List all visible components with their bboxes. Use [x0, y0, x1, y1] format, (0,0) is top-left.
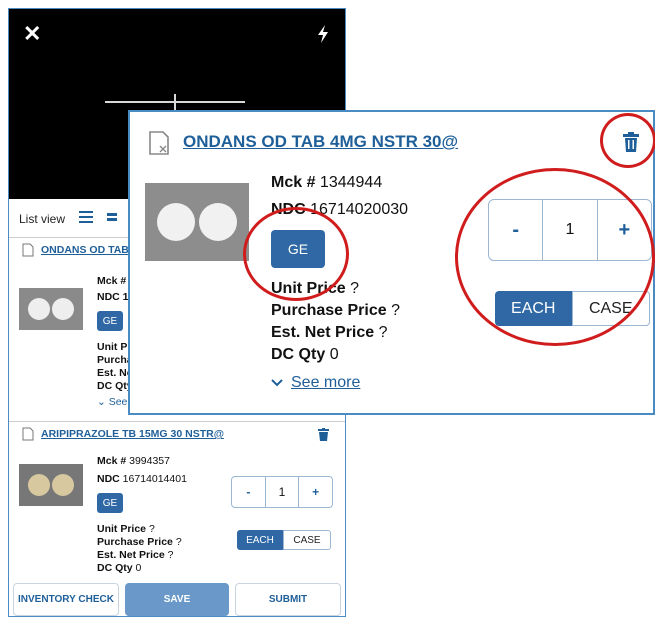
chevron-down-icon [271, 374, 283, 392]
quantity-value[interactable]: 1 [264, 477, 299, 507]
document-icon [21, 427, 35, 446]
document-icon [21, 243, 35, 262]
product-image [19, 288, 83, 330]
ndc-label: NDC 1 [97, 291, 129, 303]
purchase-price: Purchase Price ? [97, 536, 182, 548]
est-net-price: Est. Net Price ? [271, 324, 388, 341]
product-image [145, 183, 249, 261]
ndc-number: NDC 16714014401 [97, 473, 187, 485]
grid-view-icon[interactable] [107, 210, 118, 228]
highlight-ring-ge [243, 207, 349, 301]
mck-number: Mck # 3994357 [97, 455, 170, 467]
document-icon [146, 130, 172, 161]
see-more-label: See more [291, 374, 361, 391]
list-view-icon[interactable] [79, 210, 94, 228]
ge-button[interactable]: GE [97, 311, 123, 331]
unit-price: Unit Price ? [97, 523, 155, 535]
mck-number: Mck # 1344944 [271, 174, 383, 191]
see-more-link[interactable]: See more [271, 374, 360, 392]
scan-guide-tick [174, 94, 176, 110]
save-button[interactable]: SAVE [125, 583, 229, 616]
highlight-ring-quantity [455, 168, 655, 346]
est-net-price: Est. Net Price ? [97, 549, 174, 561]
mck-label: Mck # [97, 275, 127, 287]
increment-button[interactable]: + [298, 477, 332, 507]
list-view-label: List view [19, 212, 66, 226]
unit-price-label: Unit P [97, 341, 128, 353]
quantity-stepper[interactable]: - 1 + [231, 476, 333, 508]
dc-qty: DC Qty 0 [97, 562, 142, 574]
submit-button[interactable]: SUBMIT [235, 583, 341, 616]
item-title[interactable]: ONDANS OD TAB 4MG NSTR 30@ [183, 132, 458, 152]
item-title[interactable]: ONDANS OD TAB [41, 244, 129, 256]
ge-button[interactable]: GE [97, 493, 123, 513]
inventory-check-button[interactable]: INVENTORY CHECK [13, 583, 119, 616]
unit-toggle[interactable]: EACH CASE [237, 530, 331, 550]
purchase-price: Purchase Price ? [271, 302, 400, 319]
close-icon[interactable]: ✕ [23, 23, 41, 45]
action-footer: INVENTORY CHECK SAVE SUBMIT [9, 583, 345, 616]
trash-icon[interactable] [318, 428, 329, 446]
product-image [19, 464, 83, 506]
see-more-link[interactable]: ⌄ See [97, 396, 127, 408]
flash-icon[interactable] [317, 25, 329, 48]
dc-qty: DC Qty 0 [271, 346, 339, 363]
list-item[interactable]: ARIPIPRAZOLE TB 15MG 30 NSTR@ Mck # 3994… [9, 421, 345, 580]
case-option[interactable]: CASE [283, 530, 331, 550]
each-option[interactable]: EACH [237, 530, 283, 550]
highlight-ring-trash [600, 113, 655, 168]
decrement-button[interactable]: - [232, 477, 265, 507]
item-title[interactable]: ARIPIPRAZOLE TB 15MG 30 NSTR@ [41, 428, 224, 440]
